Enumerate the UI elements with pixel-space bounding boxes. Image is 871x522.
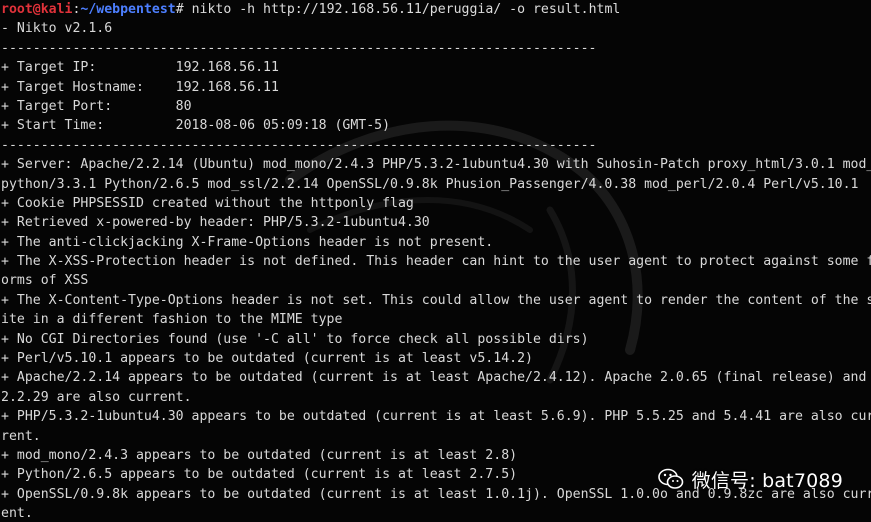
prompt-symbol: # <box>175 2 184 17</box>
command-text: nikto -h http://192.168.56.11/peruggia/ … <box>183 2 621 17</box>
output-line: orms of XSS <box>1 273 89 289</box>
wechat-icon <box>657 468 683 489</box>
output-line: + No CGI Directories found (use '-C all'… <box>1 331 589 347</box>
output-line: + Apache/2.2.14 appears to be outdated (… <box>1 370 867 386</box>
output-line: + The X-XSS-Protection header is not def… <box>1 254 871 270</box>
terminal-window[interactable]: root@kali:~/webpentest# nikto -h http://… <box>0 0 871 522</box>
output-line: + Start Time: 2018-08-06 05:09:18 (GMT-5… <box>1 118 391 134</box>
output-line: + Cookie PHPSESSID created without the h… <box>1 195 414 211</box>
prompt-user-host: root@kali <box>1 2 73 17</box>
output-line: python/3.3.1 Python/2.6.5 mod_ssl/2.2.14… <box>1 176 859 192</box>
output-line: + Perl/v5.10.1 appears to be outdated (c… <box>1 351 533 367</box>
output-line: + PHP/5.3.2-1ubuntu4.30 appears to be ou… <box>1 409 871 425</box>
output-line: + Target Port: 80 <box>1 98 192 114</box>
output-line: ent. <box>1 506 33 522</box>
wechat-watermark: 微信号: bat7089 <box>657 466 843 492</box>
prompt-line: root@kali:~/webpentest# nikto -h http://… <box>1 0 871 19</box>
watermark-text: 微信号: bat7089 <box>691 469 843 492</box>
output-line: + Server: Apache/2.2.14 (Ubuntu) mod_mon… <box>1 157 871 173</box>
output-line: + Target IP: 192.168.56.11 <box>1 60 279 76</box>
output-line: 2.2.29 are also current. <box>1 389 192 405</box>
output-line: + Target Hostname: 192.168.56.11 <box>1 79 279 95</box>
output-line: ----------------------------------------… <box>1 137 597 153</box>
prompt-path: ~/webpentest <box>80 2 176 17</box>
output-line: rent. <box>1 428 41 444</box>
output-line: + The X-Content-Type-Options header is n… <box>1 292 871 308</box>
output-line: ----------------------------------------… <box>1 40 597 56</box>
output-line: + Retrieved x-powered-by header: PHP/5.3… <box>1 215 430 231</box>
output-line: + The anti-clickjacking X-Frame-Options … <box>1 234 494 250</box>
terminal-output: root@kali:~/webpentest# nikto -h http://… <box>1 0 871 522</box>
output-line: + mod_mono/2.4.3 appears to be outdated … <box>1 447 518 463</box>
output-line: ite in a different fashion to the MIME t… <box>1 312 343 328</box>
output-line: - Nikto v2.1.6 <box>1 21 113 37</box>
